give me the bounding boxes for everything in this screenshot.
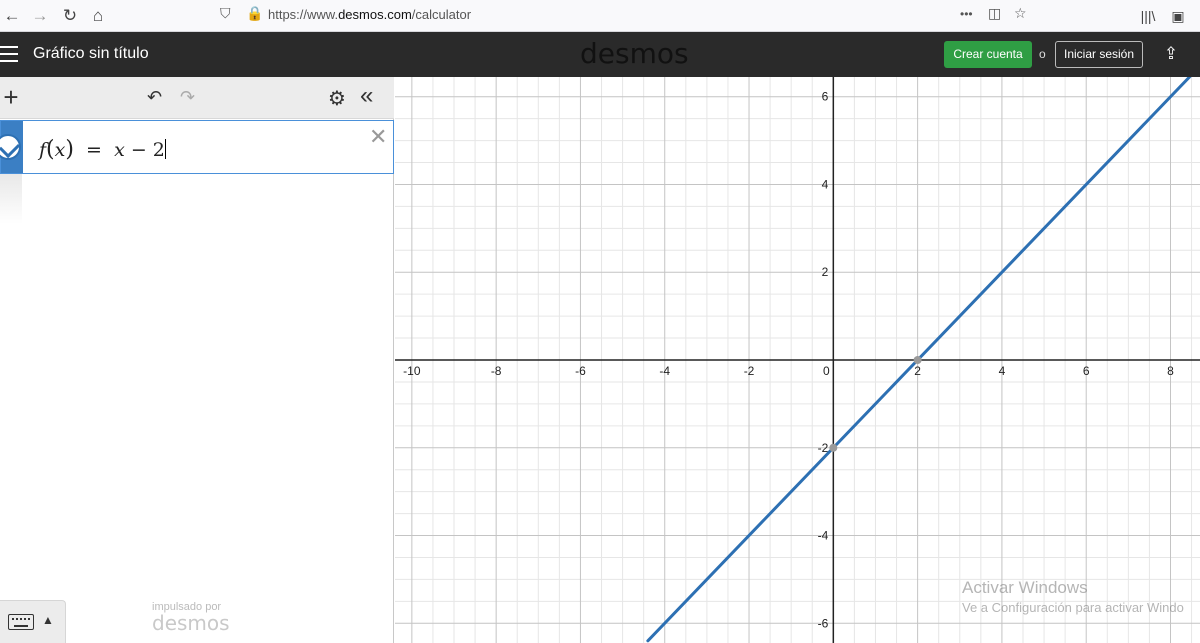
sidebar-icon[interactable]: ▣ bbox=[1166, 4, 1190, 28]
browser-toolbar: ← → ↻ ⌂ ⛉ 🔒 https://www.desmos.com/calcu… bbox=[0, 0, 1200, 32]
text-cursor bbox=[164, 139, 166, 159]
desmos-logo: desmos bbox=[580, 37, 689, 70]
more-actions-icon[interactable]: ••• bbox=[960, 7, 973, 21]
app-header: Gráfico sin título desmos Crear cuenta o… bbox=[0, 32, 1200, 77]
create-account-button[interactable]: Crear cuenta bbox=[944, 41, 1032, 68]
powered-by-logo: desmos bbox=[152, 611, 230, 635]
function-line bbox=[646, 77, 1192, 643]
url-path: /calculator bbox=[411, 7, 472, 22]
x-tick-label: 4 bbox=[999, 364, 1006, 378]
minus-operator: − bbox=[130, 139, 147, 161]
x-tick-label: 2 bbox=[914, 364, 921, 378]
expression-panel: + ↶ ↷ ⚙ « f(x) = x − 2 ✕ ▲ impulsado por… bbox=[0, 77, 394, 643]
home-icon[interactable]: ⌂ bbox=[86, 4, 110, 28]
undo-icon[interactable]: ↶ bbox=[147, 87, 162, 108]
x-tick-label: -4 bbox=[659, 364, 670, 378]
x-tick-label: 0 bbox=[823, 364, 830, 378]
redo-icon[interactable]: ↷ bbox=[180, 87, 195, 108]
graph-svg[interactable]: -10 -8 -6 -4 -2 0 2 4 6 8 6 4 2 -2 -4 -6 bbox=[395, 77, 1200, 643]
axes bbox=[395, 77, 1200, 643]
back-icon[interactable]: ← bbox=[0, 4, 24, 28]
add-expression-icon[interactable]: + bbox=[0, 84, 22, 112]
pocket-icon[interactable]: ◫ bbox=[988, 5, 1001, 22]
forward-icon[interactable]: → bbox=[28, 4, 52, 28]
equals-sign: = bbox=[86, 139, 102, 161]
gear-icon[interactable]: ⚙ bbox=[328, 86, 346, 111]
x-tick-label: -2 bbox=[744, 364, 755, 378]
login-button[interactable]: Iniciar sesión bbox=[1055, 41, 1143, 68]
expression-variable: x bbox=[114, 139, 125, 161]
activation-watermark-title: Activar Windows bbox=[962, 578, 1088, 597]
expression-toolbar: + ↶ ↷ ⚙ « bbox=[0, 77, 394, 119]
intercept-point bbox=[829, 443, 838, 452]
address-bar[interactable]: ⛉ 🔒 https://www.desmos.com/calculator ••… bbox=[210, 3, 1040, 27]
function-name: f bbox=[39, 139, 47, 161]
activation-watermark-subtitle: Ve a Configuración para activar Windo bbox=[962, 600, 1184, 615]
graph-title[interactable]: Gráfico sin título bbox=[33, 45, 149, 63]
series bbox=[646, 77, 1192, 643]
url-host: desmos.com bbox=[338, 7, 412, 22]
expression-row[interactable]: f(x) = x − 2 ✕ bbox=[0, 120, 394, 174]
y-tick-label: -4 bbox=[818, 529, 829, 543]
expression-constant: 2 bbox=[152, 139, 165, 161]
delete-expression-icon[interactable]: ✕ bbox=[369, 124, 387, 150]
x-tick-label: -6 bbox=[575, 364, 586, 378]
graph-color-icon[interactable] bbox=[0, 134, 21, 160]
keyboard-icon bbox=[8, 614, 34, 630]
collapse-panel-icon[interactable]: « bbox=[360, 82, 373, 110]
expression-input[interactable]: f(x) = x − 2 bbox=[39, 137, 166, 162]
y-tick-label: 4 bbox=[822, 177, 829, 191]
url-prefix: https://www. bbox=[268, 7, 339, 22]
x-tick-labels: -10 -8 -6 -4 -2 0 2 4 6 8 bbox=[403, 364, 1174, 378]
caret-up-icon: ▲ bbox=[42, 613, 54, 627]
or-separator: o bbox=[1039, 47, 1046, 61]
function-arg: x bbox=[54, 139, 66, 161]
y-tick-label: 6 bbox=[822, 90, 829, 104]
shield-icon[interactable]: ⛉ bbox=[220, 5, 231, 22]
expression-tab[interactable] bbox=[0, 121, 23, 173]
share-icon[interactable]: ⇪ bbox=[1160, 43, 1182, 65]
x-tick-label: 6 bbox=[1083, 364, 1090, 378]
x-tick-label: 8 bbox=[1167, 364, 1174, 378]
keyboard-toggle-button[interactable]: ▲ bbox=[0, 600, 66, 643]
y-tick-label: -6 bbox=[818, 616, 829, 630]
graph-paper[interactable]: -10 -8 -6 -4 -2 0 2 4 6 8 6 4 2 -2 -4 -6 bbox=[395, 77, 1200, 643]
empty-expression-row[interactable] bbox=[0, 174, 22, 224]
y-tick-label: 2 bbox=[822, 265, 829, 279]
lock-icon[interactable]: 🔒 bbox=[246, 5, 263, 22]
x-tick-label: -10 bbox=[403, 364, 421, 378]
reload-icon[interactable]: ↻ bbox=[58, 4, 82, 28]
menu-icon[interactable] bbox=[0, 46, 18, 62]
url-text: https://www.desmos.com/calculator bbox=[268, 7, 471, 22]
bookmark-star-icon[interactable]: ☆ bbox=[1014, 5, 1027, 22]
intercept-point bbox=[913, 356, 922, 364]
library-icon[interactable]: |||\ bbox=[1136, 4, 1160, 28]
x-tick-label: -8 bbox=[491, 364, 502, 378]
